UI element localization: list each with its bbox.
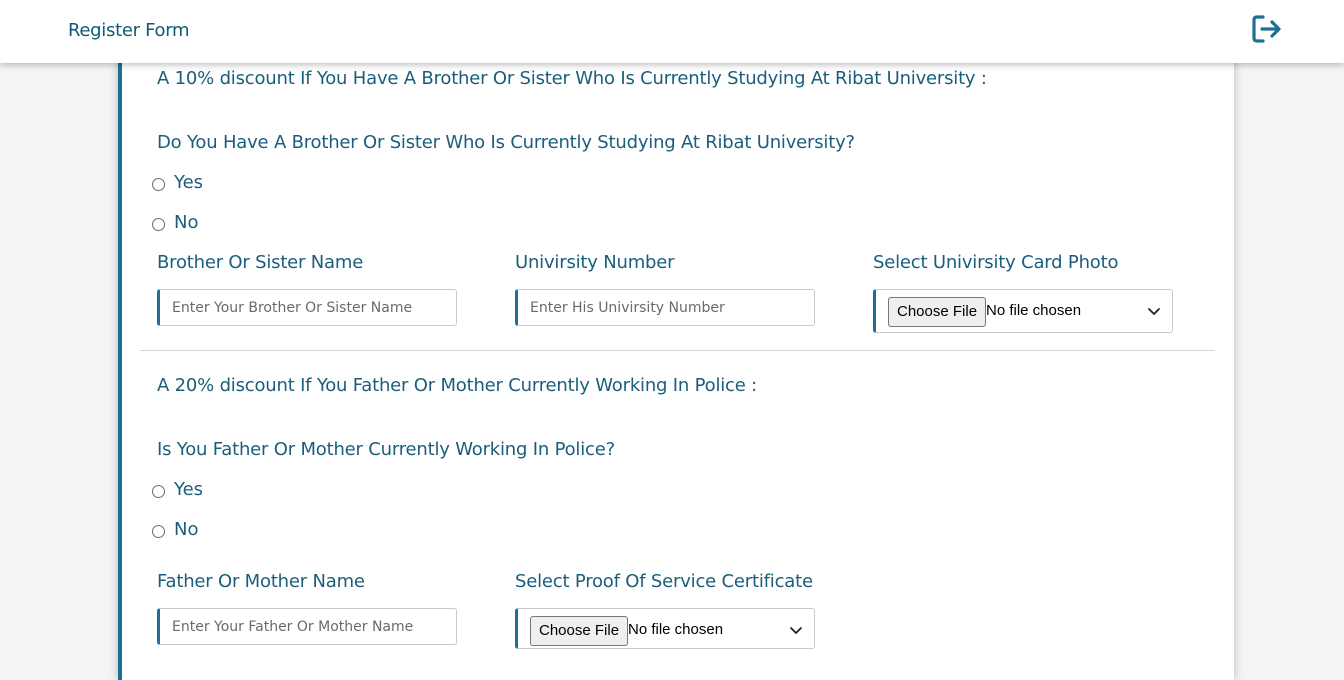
card-photo-status: No file chosen [986,302,1082,319]
section-divider [140,350,1215,351]
sibling-yes-label[interactable]: Yes [174,172,203,193]
service-certificate-status: No file chosen [628,621,724,638]
section1-question: Do You Have A Brother Or Sister Who Is C… [157,132,855,153]
sign-out-icon[interactable] [1251,14,1283,44]
parent-name-label: Father Or Mother Name [157,571,365,592]
sibling-yes-radio[interactable] [152,178,165,191]
card-photo-choose-button[interactable]: Choose File [888,297,987,327]
card-photo-file-input[interactable]: Choose File No file chosen [873,289,1173,333]
section2-question: Is You Father Or Mother Currently Workin… [157,439,615,460]
service-certificate-label: Select Proof Of Service Certificate [515,571,813,592]
sibling-name-label: Brother Or Sister Name [157,252,364,273]
section2-title: A 20% discount If You Father Or Mother C… [157,375,758,396]
card-photo-label: Select Univirsity Card Photo [873,252,1119,273]
chevron-down-icon [1148,308,1160,315]
top-header: Register Form [0,0,1344,63]
parent-name-input[interactable] [157,608,457,645]
police-yes-label[interactable]: Yes [174,479,203,500]
police-yes-radio[interactable] [152,485,165,498]
university-number-input[interactable] [515,289,815,326]
university-number-label: Univirsity Number [515,252,675,273]
section1-title: A 10% discount If You Have A Brother Or … [157,68,987,89]
chevron-down-icon [790,627,802,634]
sibling-name-input[interactable] [157,289,457,326]
service-certificate-choose-button[interactable]: Choose File [530,616,629,646]
service-certificate-file-input[interactable]: Choose File No file chosen [515,608,815,649]
sibling-no-radio[interactable] [152,218,165,231]
sibling-no-label[interactable]: No [174,212,198,233]
page-title: Register Form [68,20,190,41]
police-no-label[interactable]: No [174,519,198,540]
police-no-radio[interactable] [152,525,165,538]
